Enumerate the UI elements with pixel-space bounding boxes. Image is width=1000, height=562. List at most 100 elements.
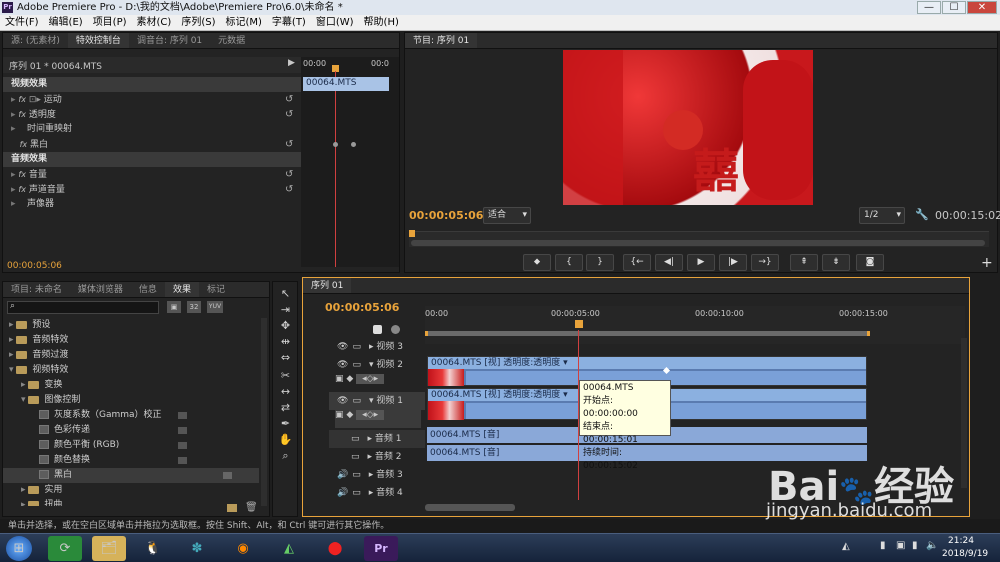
clock-time[interactable]: 21:24 bbox=[948, 536, 974, 546]
play-only-arrow-icon[interactable]: ▶ bbox=[288, 58, 295, 68]
track-v1-keyframe-controls[interactable]: ▣ ◆ ◂◇▸ bbox=[335, 410, 421, 428]
export-frame-button[interactable]: ◙ bbox=[856, 254, 884, 271]
new-bin-icon[interactable] bbox=[227, 504, 237, 512]
close-button[interactable]: ✕ bbox=[967, 1, 997, 14]
tree-item-utility[interactable]: ▸ 实用 bbox=[3, 483, 259, 498]
menu-clip[interactable]: 素材(C) bbox=[137, 15, 172, 31]
tree-item-color-replace[interactable]: 颜色替换 bbox=[3, 453, 259, 468]
delete-icon[interactable]: 🗑 bbox=[245, 503, 258, 513]
maximize-button[interactable]: ☐ bbox=[942, 1, 966, 14]
effects-scrollbar[interactable] bbox=[261, 318, 267, 506]
tab-effects[interactable]: 效果 bbox=[164, 282, 199, 297]
effect-row-panner[interactable]: ▸ 声像器 bbox=[3, 197, 301, 212]
effect-row-volume[interactable]: ▸ fx 音量 ↺ bbox=[3, 167, 301, 182]
tree-item-color-pass[interactable]: 色彩传递 bbox=[3, 423, 259, 438]
mark-in-button[interactable]: { bbox=[555, 254, 583, 271]
timeline-timecode[interactable]: 00:00:05:06 bbox=[325, 301, 399, 314]
keyframe[interactable] bbox=[333, 142, 338, 147]
effect-row-motion[interactable]: ▸ fx ⊡▸ 运动 ↺ bbox=[3, 92, 301, 107]
pen-tool-icon[interactable]: ✒ bbox=[277, 416, 294, 432]
menu-window[interactable]: 窗口(W) bbox=[316, 15, 354, 31]
ripple-edit-tool-icon[interactable]: ✥ bbox=[277, 318, 294, 334]
reset-icon[interactable]: ↺ bbox=[285, 137, 293, 152]
step-back-button[interactable]: ◀| bbox=[655, 254, 683, 271]
tab-media-browser[interactable]: 媒体浏览器 bbox=[70, 282, 131, 297]
track-header-v2[interactable]: 👁 ▭ ▾ 视频 2 bbox=[329, 356, 425, 374]
tree-item-transform[interactable]: ▸ 变换 bbox=[3, 378, 259, 393]
slide-tool-icon[interactable]: ⇄ bbox=[277, 400, 294, 416]
step-forward-button[interactable]: |▶ bbox=[719, 254, 747, 271]
effect-row-black-white[interactable]: fx 黑白 ↺ bbox=[3, 137, 301, 152]
tab-sequence-01[interactable]: 序列 01 bbox=[303, 278, 352, 293]
track-header-a4[interactable]: 🔊 ▭ ▸ 音频 4 bbox=[329, 484, 425, 502]
extract-button[interactable]: ⇟ bbox=[822, 254, 850, 271]
time-ruler[interactable]: 00:00 00:00:05:00 00:00:10:00 00:00:15:0… bbox=[425, 306, 965, 344]
reset-icon[interactable]: ↺ bbox=[285, 107, 293, 122]
yuv-effects-icon[interactable]: YUV bbox=[207, 301, 223, 313]
taskbar-app-icon[interactable]: ◭ bbox=[272, 536, 306, 561]
wrench-icon[interactable]: 🔧 bbox=[915, 208, 929, 221]
reset-icon[interactable]: ↺ bbox=[285, 167, 293, 182]
tree-item-audio-effects[interactable]: ▸ 音频特效 bbox=[3, 333, 259, 348]
menu-project[interactable]: 项目(P) bbox=[93, 15, 127, 31]
menu-title[interactable]: 字幕(T) bbox=[272, 15, 306, 31]
track-select-tool-icon[interactable]: ⇥ bbox=[277, 302, 294, 318]
tray-volume-icon[interactable]: 🔈 bbox=[926, 540, 938, 551]
tab-source[interactable]: 源: (无素材) bbox=[3, 33, 68, 48]
resolution-dropdown[interactable]: 1/2 ▾ bbox=[859, 207, 905, 224]
add-marker-button[interactable]: ⬥ bbox=[523, 254, 551, 271]
tab-markers[interactable]: 标记 bbox=[199, 282, 233, 297]
keyframe[interactable] bbox=[351, 142, 356, 147]
lift-button[interactable]: ⇞ bbox=[790, 254, 818, 271]
taskbar-qq-icon[interactable]: 🐧 bbox=[136, 536, 170, 561]
tree-item-black-white[interactable]: 黑白 bbox=[3, 468, 259, 483]
reset-icon[interactable]: ↺ bbox=[285, 92, 293, 107]
effect-row-time-remap[interactable]: ▸ 时间重映射 bbox=[3, 122, 301, 137]
timeline-horizontal-scrollbar[interactable] bbox=[425, 504, 515, 511]
tree-item-color-balance[interactable]: 颜色平衡 (RGB) bbox=[3, 438, 259, 453]
program-timecode[interactable]: 00:00:05:06 bbox=[409, 209, 483, 222]
razor-tool-icon[interactable]: ✂ bbox=[277, 368, 294, 384]
add-button-icon[interactable]: + bbox=[981, 255, 993, 271]
tray-battery-icon[interactable]: ▮ bbox=[880, 540, 886, 551]
track-header-v1[interactable]: 👁 ▭ ▾ 视频 1 bbox=[329, 392, 425, 410]
track-header-a1[interactable]: ▭ ▸ 音频 1 bbox=[329, 430, 425, 448]
menu-sequence[interactable]: 序列(S) bbox=[181, 15, 215, 31]
mark-out-button[interactable]: } bbox=[586, 254, 614, 271]
timeline-vertical-scrollbar[interactable] bbox=[961, 338, 967, 488]
tab-project[interactable]: 项目: 未命名 bbox=[3, 282, 70, 297]
program-scrubber[interactable] bbox=[409, 230, 989, 247]
track-header-v3[interactable]: 👁 ▭ ▸ 视频 3 bbox=[329, 338, 425, 356]
accelerated-effects-icon[interactable]: ▣ bbox=[167, 301, 181, 313]
reset-icon[interactable]: ↺ bbox=[285, 182, 293, 197]
menu-file[interactable]: 文件(F) bbox=[5, 15, 39, 31]
tree-item-image-control[interactable]: ▾ 图像控制 bbox=[3, 393, 259, 408]
selection-tool-icon[interactable]: ↖ bbox=[277, 286, 294, 302]
snap-icon[interactable] bbox=[373, 325, 382, 334]
go-to-in-button[interactable]: {← bbox=[623, 254, 651, 271]
clock-date[interactable]: 2018/9/19 bbox=[942, 549, 988, 559]
tree-item-presets[interactable]: ▸ 预设 bbox=[3, 318, 259, 333]
zoom-tool-icon[interactable]: ⌕ bbox=[277, 448, 294, 464]
track-header-a2[interactable]: ▭ ▸ 音频 2 bbox=[329, 448, 425, 466]
effects-search-input[interactable]: ⌕ bbox=[7, 301, 159, 314]
track-v2-keyframe-controls[interactable]: ▣ ◆ ◂◇▸ bbox=[335, 374, 421, 392]
playhead-marker[interactable] bbox=[575, 320, 583, 328]
rate-stretch-tool-icon[interactable]: ⇔ bbox=[277, 350, 294, 366]
tab-metadata[interactable]: 元数据 bbox=[210, 33, 253, 48]
hand-tool-icon[interactable]: ✋ bbox=[277, 432, 294, 448]
go-to-out-button[interactable]: →} bbox=[751, 254, 779, 271]
tree-item-audio-transitions[interactable]: ▸ 音频过渡 bbox=[3, 348, 259, 363]
tray-signal-icon[interactable]: ▮ bbox=[912, 540, 918, 551]
taskbar-premiere-icon[interactable]: Pr bbox=[364, 536, 398, 561]
taskbar-app-icon[interactable]: ✽ bbox=[180, 536, 214, 561]
32bit-effects-icon[interactable]: 32 bbox=[187, 301, 201, 313]
tab-audio-mixer[interactable]: 调音台: 序列 01 bbox=[129, 33, 210, 48]
play-button[interactable]: ▶ bbox=[687, 254, 715, 271]
tab-info[interactable]: 信息 bbox=[131, 282, 165, 297]
minimize-button[interactable]: — bbox=[917, 1, 941, 14]
tree-item-gamma[interactable]: 灰度系数（Gamma）校正 bbox=[3, 408, 259, 423]
taskbar-firefox-icon[interactable]: ◉ bbox=[226, 536, 260, 561]
marker-icon[interactable] bbox=[391, 325, 400, 334]
rolling-edit-tool-icon[interactable]: ⇹ bbox=[277, 334, 294, 350]
